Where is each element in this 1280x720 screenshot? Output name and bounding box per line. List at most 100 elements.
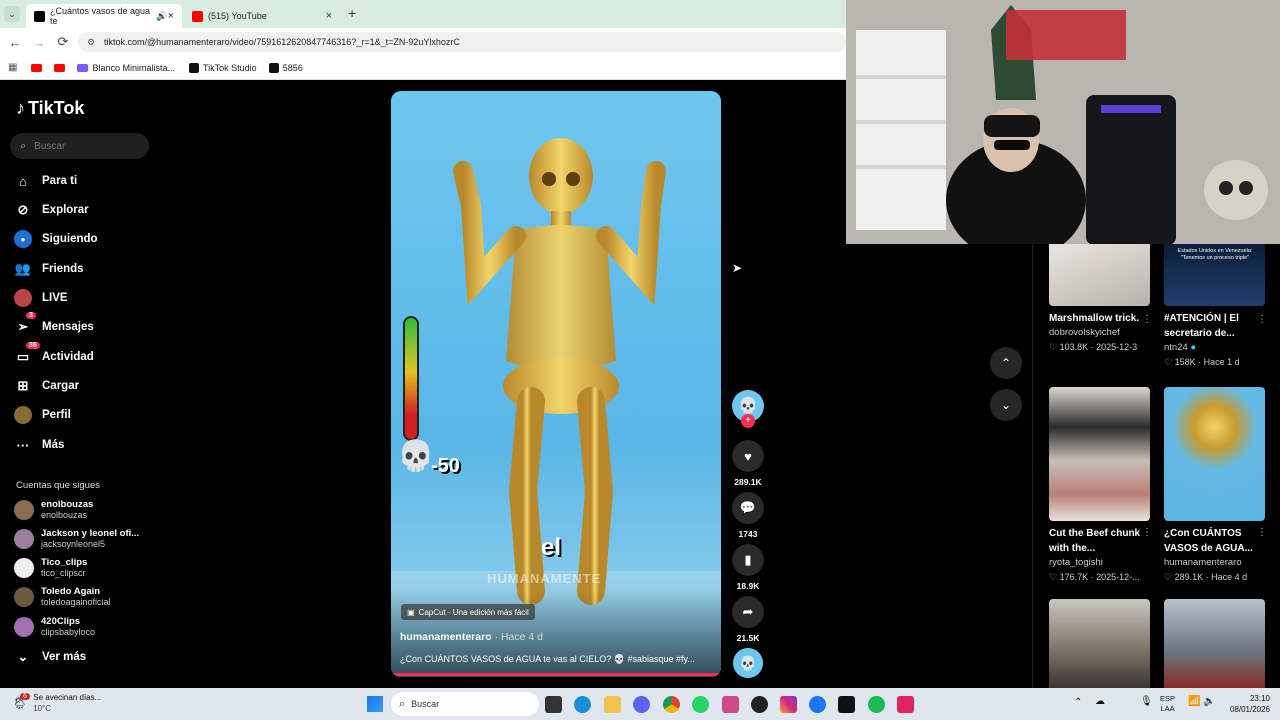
video-author[interactable]: humanamenteraro · Hace 4 d — [400, 631, 543, 643]
nav-live[interactable]: LIVE — [14, 288, 68, 308]
activity-icon: ▭ 36 — [14, 342, 40, 366]
reload-icon[interactable]: ⟳ — [51, 34, 75, 50]
caption-word: el — [541, 534, 562, 561]
task-view-icon[interactable] — [545, 696, 562, 713]
nav-perfil[interactable]: Perfil — [14, 405, 71, 425]
tiktok-studio-icon[interactable] — [897, 696, 914, 713]
save-button[interactable]: ▮ 18.9K — [732, 544, 764, 591]
clock[interactable]: 23:10 08/01/2026 — [1222, 693, 1270, 715]
whatsapp-icon[interactable] — [692, 696, 709, 713]
recommended-card[interactable]: Marshmallow trick. ⋮ dobrovolskyichef ♡ … — [1049, 244, 1152, 354]
following-account[interactable]: Toledo Again toledoagainoficial — [14, 586, 111, 608]
facebook-icon[interactable] — [809, 696, 826, 713]
bookmark-youtube-1[interactable] — [31, 63, 46, 72]
snipping-tool-icon[interactable] — [722, 696, 739, 713]
share-button[interactable]: ➦ 21.5K — [732, 596, 764, 643]
recommended-card[interactable]: Estados Unidos en Venezuela: "Tenemos un… — [1164, 244, 1267, 369]
nav-explorar[interactable]: ⊘ Explorar — [14, 200, 89, 220]
nav-mas[interactable]: ··· Más — [14, 435, 65, 455]
tiktok-icon[interactable] — [838, 696, 855, 713]
close-tab-icon[interactable]: × — [326, 10, 332, 22]
card-title: #ATENCIÓN | El secretario de... — [1164, 313, 1239, 339]
file-explorer-icon[interactable] — [604, 696, 621, 713]
back-icon[interactable]: ← — [3, 35, 27, 50]
following-account[interactable]: 420Clips clipsbabyloco — [14, 616, 95, 638]
edge-icon[interactable] — [574, 696, 591, 713]
recommended-card[interactable]: ¿Con CUÁNTOS VASOS de AGUA... ⋮ humaname… — [1164, 387, 1267, 584]
volume-icon[interactable]: 🔈 — [1203, 696, 1215, 707]
bookmark-blanco[interactable]: Blanco Minimalista... — [77, 63, 175, 73]
counter-text: -50 — [431, 455, 460, 477]
more-options-icon[interactable]: ⋮ — [1257, 314, 1267, 325]
more-icon: ··· — [16, 437, 30, 453]
following-account[interactable]: Jackson y leonel ofi... jacksoynleonel5 — [14, 528, 139, 550]
video-player[interactable]: 💀 -50 el HUMANAMENTE ▣ CapCut · Una edici… — [391, 91, 721, 677]
next-video-button[interactable]: ⌄ — [990, 389, 1022, 421]
instagram-icon[interactable] — [780, 696, 797, 713]
tab-youtube[interactable]: (515) YouTube × — [184, 4, 340, 28]
forward-icon[interactable]: → — [27, 35, 51, 50]
discord-icon[interactable] — [633, 696, 650, 713]
weather-widget[interactable]: 🌦 6 Se avecinan días... 10°C — [12, 692, 101, 714]
search-icon: ⌕ — [20, 139, 27, 152]
spotify-icon[interactable] — [868, 696, 885, 713]
sound-avatar-button[interactable]: 💀 — [732, 648, 764, 678]
capcut-icon: ▣ — [407, 607, 415, 617]
tiktok-logo[interactable]: ♪ TikTok — [16, 98, 84, 119]
recommended-card[interactable] — [1164, 599, 1265, 688]
weather-icon: 🌦 6 — [12, 693, 30, 710]
recommended-card[interactable] — [1049, 599, 1150, 688]
video-progress-bar[interactable] — [391, 673, 721, 676]
taskbar-search[interactable]: ⌕ Buscar — [391, 692, 539, 716]
tab-tiktok[interactable]: ¿Cuántos vasos de agua te 🔊 × — [26, 4, 182, 28]
site-settings-icon[interactable]: ⚙ — [87, 37, 95, 48]
chevron-up-icon[interactable]: ⌃ — [1074, 697, 1082, 708]
mic-icon[interactable]: 🎙 — [1140, 696, 1153, 707]
see-more-button[interactable]: ⌄ Ver más — [14, 647, 87, 667]
avatar — [14, 558, 34, 578]
creator-avatar-button[interactable]: 💀 + — [732, 390, 764, 428]
chrome-icon[interactable] — [663, 696, 680, 713]
card-title: Marshmallow trick. — [1049, 313, 1140, 324]
nav-actividad[interactable]: ▭ 36 Actividad — [14, 342, 94, 367]
tab-title: ¿Cuántos vasos de agua te — [50, 6, 151, 26]
card-title: ¿Con CUÁNTOS VASOS de AGUA... — [1164, 528, 1253, 554]
network-icon[interactable]: ☁ — [1095, 696, 1105, 707]
close-tab-icon[interactable]: × — [168, 10, 174, 22]
language-indicator[interactable]: ESP LAA — [1160, 694, 1175, 714]
apps-grid-icon[interactable]: ▦ — [8, 62, 17, 73]
obs-icon[interactable] — [751, 696, 768, 713]
tiktok-icon — [268, 62, 279, 73]
start-button[interactable] — [367, 696, 383, 712]
bookmark-5856[interactable]: 5856 — [268, 62, 303, 73]
more-options-icon[interactable]: ⋮ — [1257, 527, 1267, 538]
previous-video-button[interactable]: ⌃ — [990, 347, 1022, 379]
nav-friends[interactable]: 👥 Friends — [14, 259, 84, 279]
bookmark-youtube-2[interactable] — [54, 63, 69, 72]
wifi-icon[interactable]: 📶 — [1188, 696, 1200, 707]
search-input[interactable]: ⌕ Buscar — [10, 133, 149, 159]
follow-plus-icon[interactable]: + — [741, 414, 755, 428]
card-author: ntn24 ● — [1164, 342, 1197, 353]
comment-button[interactable]: 💬 1743 — [732, 492, 764, 539]
following-account[interactable]: enolbouzas enolbouzas — [14, 499, 93, 521]
capcut-link[interactable]: ▣ CapCut · Una edición más fácil — [401, 604, 535, 620]
like-button[interactable]: ♥ 289.1K — [732, 440, 764, 487]
more-options-icon[interactable]: ⋮ — [1142, 527, 1152, 538]
nav-para-ti[interactable]: ⌂ Para ti — [14, 171, 77, 191]
video-watermark: HUMANAMENTE — [487, 571, 602, 586]
new-tab-button[interactable]: + — [348, 5, 356, 21]
following-icon: ● — [14, 230, 32, 248]
nav-mensajes[interactable]: ➢ 3 Mensajes — [14, 312, 94, 337]
url-input[interactable]: ⚙ tiktok.com/@humanamenteraro/video/7591… — [78, 32, 846, 52]
avatar — [14, 587, 34, 607]
card-meta: ♡ 103.8K · 2025-12-3 — [1049, 342, 1138, 352]
card-meta: ♡ 289.1K · Hace 4 d — [1164, 572, 1248, 582]
nav-siguiendo[interactable]: ● Siguiendo — [14, 229, 98, 249]
nav-cargar[interactable]: ⊞ Cargar — [14, 376, 80, 396]
recommended-card[interactable]: Cut the Beef chunk with the... ⋮ ryota_t… — [1049, 387, 1152, 584]
following-account[interactable]: Tico_clips tico_clipscr — [14, 557, 87, 579]
tab-menu-button[interactable]: ⌄ — [4, 6, 20, 22]
more-options-icon[interactable]: ⋮ — [1142, 314, 1152, 325]
bookmark-tiktok-studio[interactable]: TikTok Studio — [188, 62, 257, 73]
